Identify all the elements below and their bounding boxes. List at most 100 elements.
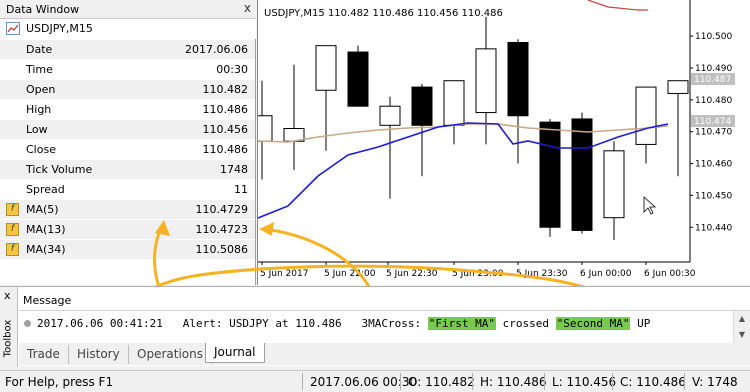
row-label: Time bbox=[26, 63, 53, 76]
row-close: Close 110.486 bbox=[0, 139, 255, 159]
ma-slow-line bbox=[258, 123, 669, 143]
price-tag-ask: 110.487 bbox=[691, 73, 735, 85]
scroll-up-icon[interactable]: ▲ bbox=[734, 311, 750, 327]
price-label: 110.440 bbox=[695, 223, 732, 233]
tab-trade[interactable]: Trade bbox=[19, 345, 69, 364]
data-window-titlebar: Data Window x bbox=[0, 0, 256, 19]
row-ma34: f MA(34) 110.5086 bbox=[0, 239, 255, 259]
log-bullet-icon bbox=[24, 320, 31, 327]
time-label: 5 Jun 2017 bbox=[260, 269, 308, 279]
row-value: 110.486 bbox=[202, 103, 249, 116]
tab-journal[interactable]: Journal bbox=[205, 343, 265, 363]
message-text: 2017.06.06 00:41:21 Alert: USDJPY at 110… bbox=[37, 317, 650, 330]
row-label: Tick Volume bbox=[26, 163, 93, 176]
candle-body bbox=[635, 86, 657, 145]
candle-body bbox=[539, 121, 561, 228]
row-high: High 110.486 bbox=[0, 99, 255, 119]
row-label: Close bbox=[26, 143, 56, 156]
candle bbox=[507, 39, 529, 164]
row-value: 110.4723 bbox=[195, 223, 249, 236]
indicator-icon: f bbox=[6, 203, 19, 216]
price-label: 110.500 bbox=[695, 32, 732, 42]
close-icon[interactable]: x bbox=[244, 1, 251, 15]
time-label: 5 Jun 23:30 bbox=[516, 269, 568, 279]
candle-body bbox=[315, 45, 337, 91]
row-label: Open bbox=[26, 83, 56, 96]
candle bbox=[539, 118, 561, 237]
status-open: O: 110.482 bbox=[408, 375, 475, 389]
row-value: 2017.06.06 bbox=[185, 43, 248, 56]
time-label: 5 Jun 22:00 bbox=[324, 269, 376, 279]
candle bbox=[635, 86, 657, 164]
mouse-cursor-icon bbox=[643, 196, 657, 215]
time-label: 5 Jun 22:30 bbox=[386, 269, 438, 279]
row-ma5: f MA(5) 110.4729 bbox=[0, 199, 255, 219]
status-help: For Help, press F1 bbox=[5, 375, 114, 389]
row-date: Date 2017.06.06 bbox=[0, 39, 255, 59]
status-datetime: 2017.06.06 00:30 bbox=[310, 375, 418, 389]
row-open: Open 110.482 bbox=[0, 79, 255, 99]
row-value: 110.456 bbox=[202, 123, 249, 136]
svg-text:110.474: 110.474 bbox=[694, 117, 731, 127]
candle-body bbox=[667, 80, 689, 94]
row-ma13: f MA(13) 110.4723 bbox=[0, 219, 255, 239]
candle bbox=[347, 45, 369, 107]
row-value: 1748 bbox=[220, 163, 248, 176]
symbol-row: USDJPY,M15 bbox=[0, 19, 256, 39]
row-value: 110.486 bbox=[202, 143, 249, 156]
candle-body bbox=[379, 105, 401, 126]
candles bbox=[258, 17, 689, 240]
price-tag-bid: 110.474 bbox=[691, 115, 735, 127]
candle-body bbox=[258, 115, 273, 142]
toolbox-tabs: Trade History Operations Journal bbox=[19, 343, 750, 365]
symbol-label: USDJPY,M15 bbox=[26, 22, 93, 35]
price-chart[interactable]: USDJPY,M15 110.482 110.486 110.456 110.4… bbox=[257, 0, 750, 285]
chart-canvas[interactable]: USDJPY,M15 110.482 110.486 110.456 110.4… bbox=[258, 0, 750, 285]
candle-body bbox=[411, 86, 433, 126]
row-tick-volume: Tick Volume 1748 bbox=[0, 159, 255, 179]
indicator-icon: f bbox=[6, 243, 19, 256]
row-spread: Spread 11 bbox=[0, 179, 255, 199]
chart-icon bbox=[6, 22, 20, 35]
candle-body bbox=[443, 80, 465, 126]
close-icon[interactable]: x bbox=[4, 289, 11, 302]
row-value: 11 bbox=[234, 183, 248, 196]
svg-text:110.487: 110.487 bbox=[694, 75, 731, 85]
toolbox-label: Toolbox bbox=[2, 319, 14, 358]
candle bbox=[379, 96, 401, 199]
toolbox-sidebar: x Toolbox bbox=[0, 287, 18, 367]
vertical-scrollbar[interactable]: ▲ ▼ bbox=[733, 311, 750, 343]
candle bbox=[667, 80, 689, 177]
candle bbox=[475, 17, 497, 145]
row-label: Low bbox=[26, 123, 48, 136]
message-time: 2017.06.06 00:41:21 bbox=[37, 317, 163, 330]
status-high: H: 110.486 bbox=[480, 375, 547, 389]
price-label: 110.450 bbox=[695, 191, 732, 201]
row-value: 110.5086 bbox=[195, 243, 249, 256]
message-part: Alert: USDJPY at 110.486 3MACross: bbox=[162, 317, 428, 330]
journal-message-row[interactable]: 2017.06.06 00:41:21 Alert: USDJPY at 110… bbox=[19, 313, 729, 335]
price-label: 110.460 bbox=[695, 160, 732, 170]
row-label: MA(5) bbox=[26, 203, 59, 216]
status-bar: For Help, press F1 2017.06.06 00:30 O: 1… bbox=[0, 370, 750, 392]
row-label: High bbox=[26, 103, 52, 116]
tab-operations[interactable]: Operations bbox=[129, 345, 212, 364]
message-part: crossed bbox=[495, 317, 556, 330]
scroll-down-icon[interactable]: ▼ bbox=[734, 327, 750, 343]
data-window: Data Window x USDJPY,M15 Date 2017.06.06 … bbox=[0, 0, 256, 285]
message-column-header[interactable]: Message bbox=[19, 289, 750, 311]
time-label: 6 Jun 00:30 bbox=[644, 269, 696, 279]
candle-body bbox=[507, 41, 529, 117]
status-volume: V: 1748 bbox=[692, 375, 738, 389]
row-label: MA(34) bbox=[26, 243, 66, 256]
time-label: 6 Jun 00:00 bbox=[580, 269, 632, 279]
tab-history[interactable]: History bbox=[69, 345, 129, 364]
indicator-icon: f bbox=[6, 223, 19, 236]
row-value: 110.482 bbox=[202, 83, 249, 96]
price-label: 110.480 bbox=[695, 96, 732, 106]
message-header-label: Message bbox=[23, 294, 72, 307]
ma-long-line bbox=[587, 0, 648, 11]
time-label: 5 Jun 23:00 bbox=[452, 269, 504, 279]
message-part: UP bbox=[630, 317, 651, 330]
row-label: Date bbox=[26, 43, 53, 56]
